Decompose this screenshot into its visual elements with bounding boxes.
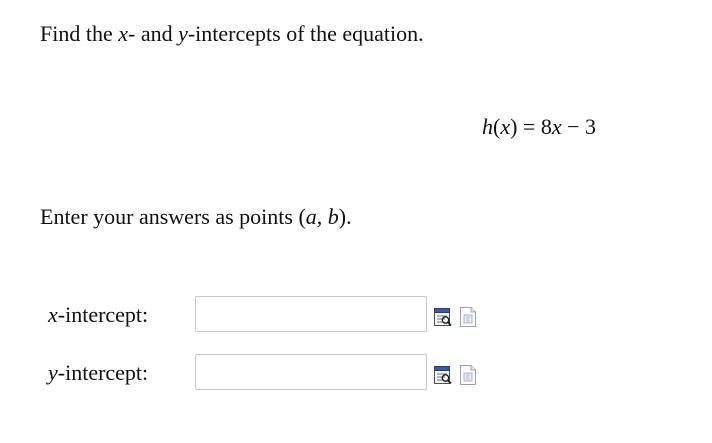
preview-icon[interactable] xyxy=(433,306,453,328)
question-text: Find the x- and y-intercepts of the equa… xyxy=(40,19,424,49)
equation-argument: x xyxy=(500,114,511,139)
x-intercept-label-var: x xyxy=(48,302,58,327)
instruction-paren-close: ) xyxy=(338,204,347,229)
y-intercept-input[interactable] xyxy=(195,354,427,390)
question-text-start: Find the xyxy=(40,21,119,46)
instruction-var-b: b xyxy=(327,204,339,229)
instruction-text-start: Enter your answers as points xyxy=(40,204,299,229)
instruction-comma: , xyxy=(316,204,328,229)
question-text-middle: - and xyxy=(128,21,179,46)
y-intercept-row: y-intercept: xyxy=(48,354,528,394)
help-icon[interactable] xyxy=(458,364,478,386)
equation: h(x) = 8x − 3 xyxy=(482,112,596,142)
help-icon[interactable] xyxy=(458,306,478,328)
equation-function-name: h xyxy=(482,114,493,139)
question-var-x: x xyxy=(118,21,128,46)
x-intercept-label: x-intercept: xyxy=(48,300,148,330)
instruction-paren-open: ( xyxy=(298,204,306,229)
x-intercept-row: x-intercept: xyxy=(48,296,528,336)
x-intercept-label-text: -intercept: xyxy=(57,302,149,327)
question-var-y: y xyxy=(178,21,188,46)
equation-equals: = 8 xyxy=(517,114,552,139)
y-intercept-label-var: y xyxy=(48,360,58,385)
equation-rest: − 3 xyxy=(561,114,597,139)
question-text-end: -intercepts of the equation. xyxy=(187,21,424,46)
preview-icon[interactable] xyxy=(433,364,453,386)
x-intercept-input[interactable] xyxy=(195,296,427,332)
instruction-period: . xyxy=(346,204,352,229)
instruction-var-a: a xyxy=(305,204,317,229)
y-intercept-label: y-intercept: xyxy=(48,358,148,388)
instruction-text: Enter your answers as points (a, b). xyxy=(40,202,352,232)
equation-variable: x xyxy=(551,114,562,139)
y-intercept-label-text: -intercept: xyxy=(57,360,149,385)
